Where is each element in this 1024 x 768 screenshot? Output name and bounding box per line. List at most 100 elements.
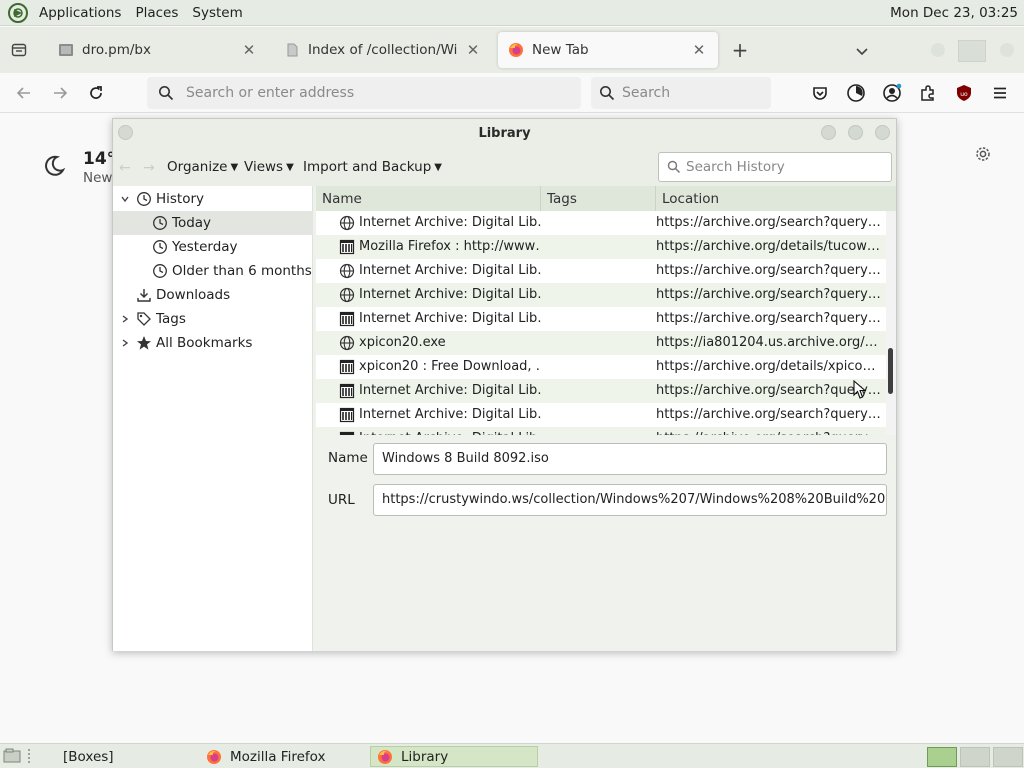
reload-icon[interactable] [86, 83, 106, 103]
tab-dro-pm[interactable]: dro.pm/bx ✕ [48, 32, 268, 68]
panel-clock[interactable]: Mon Dec 23, 03:25 [890, 5, 1018, 21]
tree-item-tags[interactable]: Tags [113, 307, 313, 331]
usage-pie-icon[interactable] [846, 83, 866, 103]
column-header-tags[interactable]: Tags [541, 186, 656, 211]
workspace-3[interactable] [993, 747, 1023, 767]
firefox-view-icon[interactable] [8, 39, 30, 61]
weather-location[interactable]: New [83, 170, 112, 186]
globe-icon [339, 263, 355, 279]
new-tab-plus-icon[interactable]: + [730, 40, 750, 61]
table-row[interactable]: Internet Archive: Digital Lib… https://ar… [316, 403, 886, 427]
svg-text:uo: uo [960, 91, 968, 98]
close-tab-icon[interactable]: ✕ [240, 41, 258, 59]
clock-icon [136, 191, 152, 207]
tree-item-today[interactable]: Today [113, 211, 313, 235]
window-close-icon[interactable] [1000, 43, 1014, 57]
search-bar[interactable]: Search [591, 77, 771, 109]
taskbar-item-mozilla-firefox[interactable]: Mozilla Firefox [200, 746, 364, 767]
search-icon [667, 160, 681, 174]
window-close-icon[interactable] [875, 125, 890, 140]
back-arrow-icon[interactable] [14, 83, 34, 103]
firefox-icon [206, 749, 222, 765]
window-maximize-icon[interactable] [848, 125, 863, 140]
table-row[interactable]: Mozilla Firefox : http://www… https://arc… [316, 235, 886, 259]
list-all-tabs-chevron-icon[interactable] [854, 43, 870, 59]
table-row[interactable]: Internet Archive: Digital Lib… https://ar… [316, 307, 886, 331]
close-tab-icon[interactable]: ✕ [464, 41, 482, 59]
table-row[interactable]: Internet Archive: Digital Lib… https://ar… [316, 283, 886, 307]
name-field[interactable]: Windows 8 Build 8092.iso [373, 443, 887, 475]
page-icon [284, 42, 300, 58]
row-name: Internet Archive: Digital Lib… [359, 287, 541, 302]
page-icon [58, 42, 74, 58]
tree-item-history[interactable]: History [113, 187, 313, 211]
chevron-right-icon[interactable] [120, 314, 130, 324]
chevron-down-icon: ▼ [230, 161, 239, 173]
search-bar-placeholder: Search [622, 85, 671, 101]
chevron-right-icon[interactable] [120, 338, 130, 348]
library-titlebar[interactable]: Library [113, 119, 896, 148]
back-arrow-icon[interactable]: ← [119, 160, 131, 176]
distro-logo-icon[interactable] [8, 2, 28, 23]
show-desktop-icon[interactable] [3, 748, 21, 764]
address-bar[interactable]: Search or enter address [147, 77, 581, 109]
library-window: Library ← → Organize ▼ Views ▼ Import and … [112, 118, 897, 651]
views-menu-button[interactable]: Views ▼ [244, 159, 294, 175]
details-pane: Name Windows 8 Build 8092.iso URL https:… [313, 436, 896, 651]
table-row[interactable]: xpicon20 : Free Download, … https://archi… [316, 355, 886, 379]
workspace-2[interactable] [960, 747, 990, 767]
workspace-1[interactable] [927, 747, 957, 767]
tree-item-all-bookmarks[interactable]: All Bookmarks [113, 331, 313, 355]
tab-new-tab[interactable]: New Tab ✕ [498, 32, 718, 68]
globe-icon [339, 335, 355, 351]
row-location: https://archive.org/search?query=goo… [656, 287, 882, 302]
hamburger-menu-icon[interactable] [990, 83, 1010, 103]
taskbar-handle[interactable] [28, 749, 32, 763]
search-history-input[interactable]: Search History [658, 152, 892, 182]
table-row[interactable]: xpicon20.exe https://ia801204.us.archive.… [316, 331, 886, 355]
row-name: Internet Archive: Digital Lib… [359, 311, 541, 326]
menu-places[interactable]: Places [128, 5, 185, 21]
table-row[interactable]: Internet Archive: Digital Lib… https://ar… [316, 427, 886, 435]
window-maximize-icon[interactable] [958, 40, 986, 62]
organize-menu-button[interactable]: Organize ▼ [167, 159, 238, 175]
gear-icon[interactable] [974, 145, 992, 163]
tree-item-yesterday[interactable]: Yesterday [113, 235, 313, 259]
taskbar-item-boxes[interactable]: [Boxes] [56, 746, 194, 767]
row-name: xpicon20 : Free Download, … [359, 359, 541, 374]
table-row[interactable]: Internet Archive: Digital Lib… https://ar… [316, 259, 886, 283]
tab-index-of-collection[interactable]: Index of /collection/Window ✕ [274, 32, 492, 68]
top-panel: Applications Places System Mon Dec 23, 0… [0, 0, 1024, 26]
menu-applications[interactable]: Applications [32, 5, 128, 21]
column-header-name[interactable]: Name [316, 186, 541, 211]
close-tab-icon[interactable]: ✕ [690, 41, 708, 59]
account-icon[interactable] [882, 83, 902, 103]
row-location: https://ia801204.us.archive.org/33/it… [656, 335, 882, 350]
scrollbar-thumb[interactable] [888, 348, 893, 394]
menu-system[interactable]: System [185, 5, 249, 21]
column-header-location[interactable]: Location [656, 186, 896, 211]
window-minimize-icon[interactable] [931, 43, 945, 57]
row-name: Internet Archive: Digital Lib… [359, 215, 541, 230]
row-location: https://archive.org/details/tucows_32… [656, 239, 882, 254]
tab-title: Index of /collection/Window [308, 42, 458, 58]
forward-arrow-icon[interactable] [50, 83, 70, 103]
table-row[interactable]: Internet Archive: Digital Lib… https://ar… [316, 379, 886, 403]
import-backup-menu-button[interactable]: Import and Backup ▼ [303, 159, 442, 175]
url-field[interactable]: https://crustywindo.ws/collection/Window… [373, 484, 887, 516]
extensions-puzzle-icon[interactable] [918, 83, 938, 103]
chevron-down-icon[interactable] [120, 194, 130, 204]
taskbar-item-label: Library [401, 748, 449, 765]
weather-temperature[interactable]: 14° [83, 149, 115, 169]
row-location: https://archive.org/search?query=xpi… [656, 383, 882, 398]
address-bar-placeholder: Search or enter address [186, 85, 355, 101]
vertical-scrollbar[interactable] [886, 211, 896, 435]
tree-item-downloads[interactable]: Downloads [113, 283, 313, 307]
window-minimize-icon[interactable] [821, 125, 836, 140]
taskbar-item-library[interactable]: Library [370, 746, 538, 767]
pocket-icon[interactable] [810, 83, 830, 103]
forward-arrow-icon[interactable]: → [143, 160, 155, 176]
table-row[interactable]: Internet Archive: Digital Lib… https://ar… [316, 211, 886, 235]
tree-item-older-than-6-months[interactable]: Older than 6 months [113, 259, 313, 283]
ublock-origin-icon[interactable]: uo [954, 83, 974, 103]
